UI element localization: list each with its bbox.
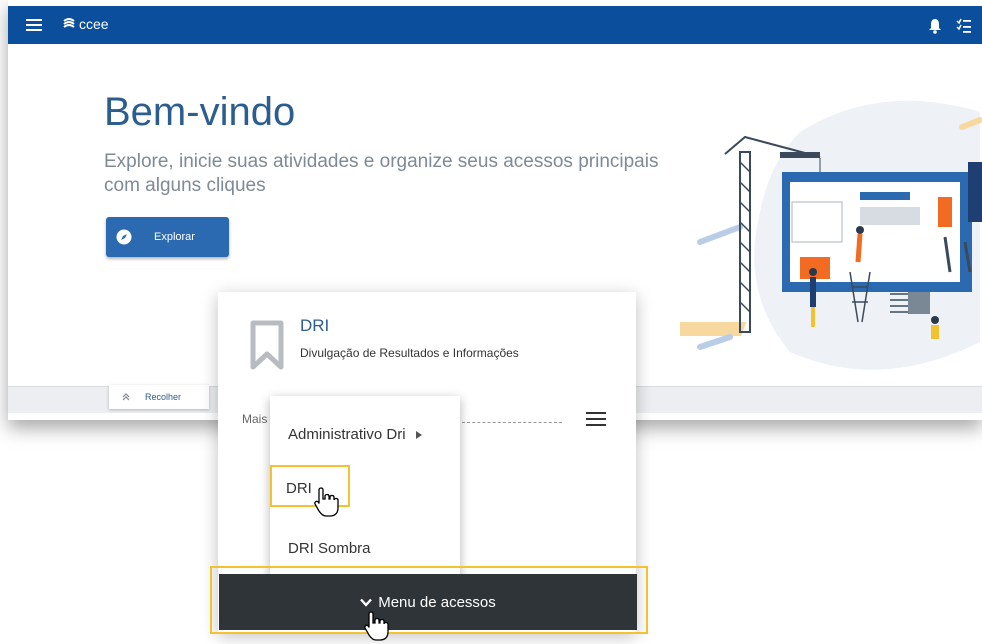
ccee-logo-icon: [63, 18, 75, 28]
brand-label: ccee: [79, 16, 109, 32]
collapse-button[interactable]: Recolher: [109, 385, 209, 409]
double-chevron-up-icon: [122, 393, 130, 401]
checklist-icon[interactable]: [956, 18, 972, 34]
hand-pointer-icon: [314, 487, 339, 517]
bell-icon[interactable]: [928, 18, 942, 34]
construction-illustration: [680, 100, 982, 370]
card-description: Divulgação de Resultados e Informações: [300, 346, 519, 360]
collapse-button-label: Recolher: [145, 392, 182, 402]
logo[interactable]: ccee: [62, 16, 109, 32]
access-dropdown: Administrativo Dri DRI DRI Sombra: [270, 396, 460, 586]
compass-icon: [116, 229, 132, 245]
divider: [462, 422, 562, 423]
access-menu-label: Menu de acessos: [378, 593, 496, 611]
caret-right-icon: [415, 430, 422, 439]
dropdown-item-label: Administrativo Dri: [288, 426, 406, 443]
dropdown-item-administrativo-dri[interactable]: Administrativo Dri: [288, 426, 423, 443]
explore-button[interactable]: Explorar: [106, 217, 229, 257]
page-title: Bem-vindo: [104, 90, 296, 134]
page-subtitle: Explore, inicie suas atividades e organi…: [104, 151, 659, 196]
top-bar: ccee: [8, 6, 982, 44]
card-menu-icon[interactable]: [586, 412, 606, 426]
hand-pointer-icon: [364, 611, 389, 641]
chevron-down-icon: [360, 598, 373, 607]
more-label: Mais: [242, 412, 268, 426]
dropdown-item-dri[interactable]: DRI: [286, 480, 312, 497]
bookmark-icon: [250, 320, 284, 370]
card-title[interactable]: DRI: [300, 316, 329, 336]
dropdown-item-dri-sombra[interactable]: DRI Sombra: [288, 540, 371, 557]
explore-button-label: Explorar: [154, 231, 195, 243]
hamburger-menu-icon[interactable]: [26, 19, 42, 31]
access-menu-button[interactable]: Menu de acessos: [219, 574, 637, 630]
